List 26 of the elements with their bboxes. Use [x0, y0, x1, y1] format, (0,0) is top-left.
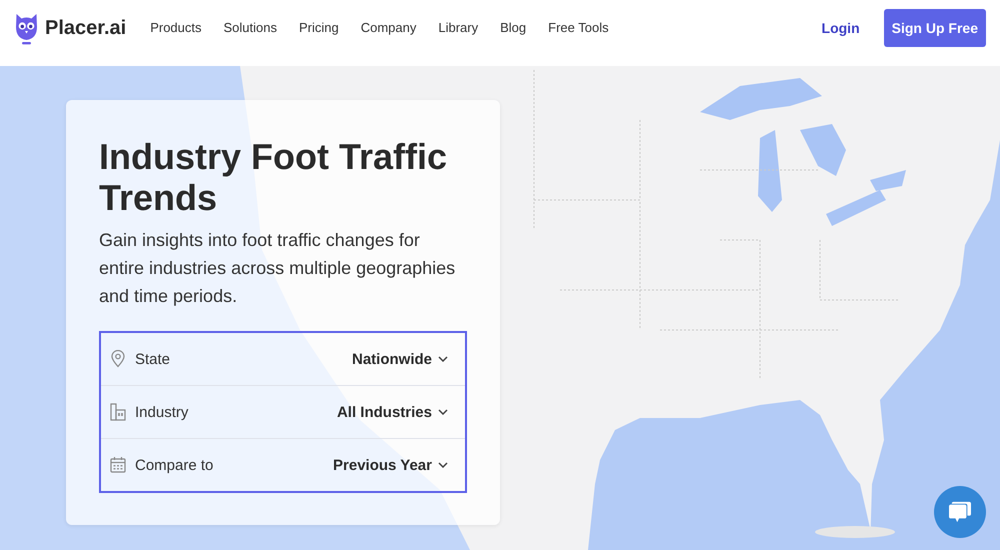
chevron-down-icon — [438, 462, 448, 468]
nav-link[interactable]: Products — [150, 20, 202, 36]
map-pin-icon — [110, 350, 126, 368]
nav-link[interactable]: Blog — [500, 20, 526, 36]
filter-dropdown[interactable]: Previous Year — [333, 456, 448, 474]
filter-dropdown[interactable]: Nationwide — [352, 350, 448, 368]
nav-link[interactable]: Library — [438, 20, 478, 36]
owl-icon — [15, 11, 38, 45]
login-link[interactable]: Login — [822, 9, 860, 47]
chevron-down-icon — [438, 409, 448, 415]
nav-link[interactable]: Pricing — [298, 20, 339, 36]
filter-dropdown[interactable]: All Industries — [336, 404, 448, 420]
nav-link[interactable]: Solutions — [224, 20, 277, 36]
calendar-icon — [110, 456, 126, 474]
chevron-down-icon — [438, 356, 448, 362]
nav-link[interactable]: Company — [360, 20, 416, 36]
filter-label: Industry — [135, 404, 190, 420]
chat-bubble-icon — [948, 501, 972, 523]
logo-link[interactable]: Placer.ai — [15, 9, 126, 47]
sign-up-button[interactable]: Sign Up Free — [884, 9, 986, 47]
hero-title: Industry Foot Traffic Trends — [99, 136, 448, 218]
hero-subtitle: Gain insights into foot traffic changes for entire industries across multiple geographies and time periods. — [99, 229, 456, 308]
nav-link[interactable]: Free Tools — [548, 20, 609, 36]
filter-label: Compare to — [135, 456, 214, 474]
filter-label: State — [135, 350, 172, 368]
building-icon — [110, 403, 126, 421]
